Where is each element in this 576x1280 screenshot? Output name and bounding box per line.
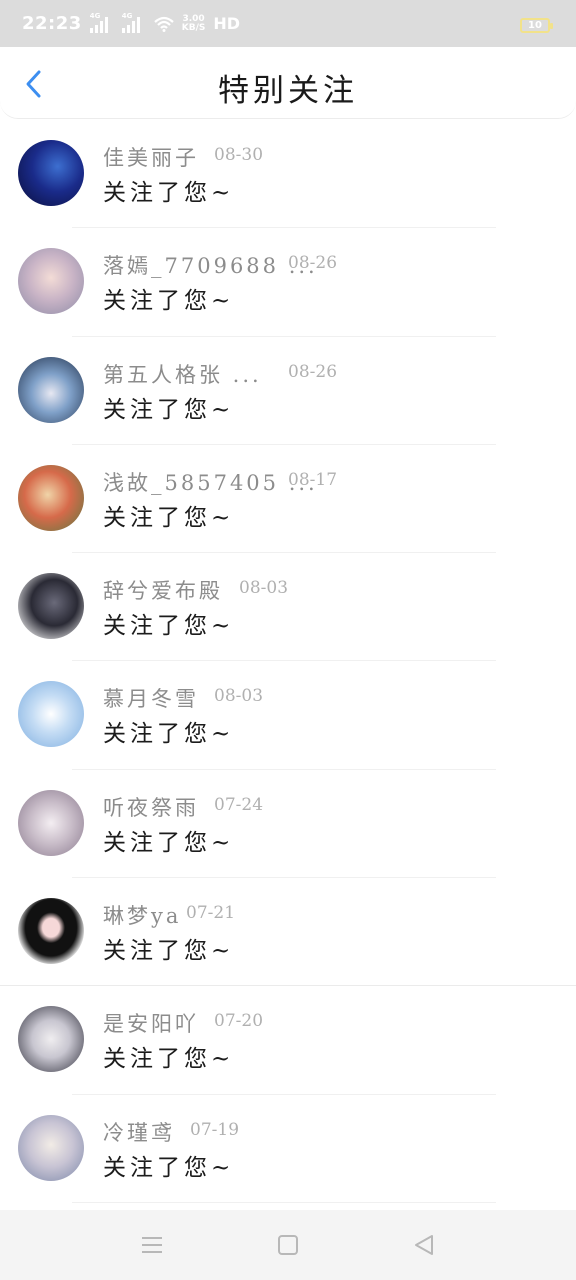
follow-date: 08-03 — [239, 578, 289, 599]
status-time: 22:23 — [22, 13, 82, 34]
battery-level: 10 — [528, 20, 542, 31]
page-title: 特别关注 — [218, 73, 358, 109]
signal-tag: 4G — [89, 11, 101, 20]
follow-date: 08-26 — [288, 361, 338, 382]
follow-date: 07-19 — [190, 1119, 240, 1140]
follow-date: 07-20 — [214, 1011, 264, 1032]
follow-date: 08-17 — [288, 469, 338, 490]
list-item[interactable]: 第五人格张 ... 08-26 关注了您~ — [0, 337, 576, 445]
status-bar: 22:23 4G 4G 3.00 KB/S HD 10 — [0, 0, 576, 47]
list-item[interactable]: 是安阳吖 07-20 关注了您~ — [0, 986, 576, 1095]
avatar[interactable] — [18, 1114, 84, 1181]
back-triangle-icon[interactable] — [411, 1232, 437, 1258]
list-item[interactable]: 慕月冬雪 08-03 关注了您~ — [0, 661, 576, 770]
follow-message: 关注了您~ — [103, 829, 235, 856]
user-name[interactable]: 冷瑾鸢 — [103, 1117, 175, 1147]
follow-list: 佳美丽子 08-30 关注了您~ 落嫣_7709688 ... 08-26 关注… — [0, 120, 576, 1203]
follow-message: 关注了您~ — [103, 613, 235, 640]
signal-tag: 4G — [121, 11, 133, 20]
list-item[interactable]: 浅故_5857405 ... 08-17 关注了您~ — [0, 445, 576, 554]
avatar[interactable] — [18, 1006, 84, 1073]
wifi-icon — [154, 16, 174, 32]
avatar[interactable] — [18, 464, 84, 531]
user-name[interactable]: 佳美丽子 — [103, 142, 199, 172]
follow-message: 关注了您~ — [103, 721, 235, 748]
user-name[interactable]: 浅故_5857405 ... — [103, 467, 318, 497]
signal-icon: 4G — [121, 11, 140, 33]
signal-icon: 4G — [89, 11, 108, 33]
follow-message: 关注了您~ — [103, 1046, 235, 1073]
avatar[interactable] — [18, 248, 84, 315]
list-item[interactable]: 落嫣_7709688 ... 08-26 关注了您~ — [0, 228, 576, 337]
menu-icon[interactable] — [139, 1232, 165, 1258]
follow-date: 08-30 — [214, 145, 264, 165]
divider — [72, 1201, 496, 1203]
follow-message: 关注了您~ — [103, 1154, 235, 1181]
battery-icon: 10 — [520, 18, 553, 33]
user-name[interactable]: 是安阳吖 — [103, 1008, 199, 1038]
home-square-icon[interactable] — [275, 1232, 301, 1258]
avatar[interactable] — [18, 789, 84, 856]
avatar[interactable] — [18, 573, 84, 640]
avatar[interactable] — [18, 356, 84, 423]
app-header: 特别关注 — [0, 47, 576, 119]
follow-message: 关注了您~ — [103, 180, 235, 206]
user-name[interactable]: 慕月冬雪 — [103, 683, 199, 713]
list-item[interactable]: 听夜祭雨 07-24 关注了您~ — [0, 770, 576, 879]
user-name[interactable]: 琳梦ya — [103, 900, 181, 930]
speed-unit: KB/S — [181, 22, 206, 33]
follow-message: 关注了您~ — [103, 504, 235, 531]
user-name[interactable]: 辞兮爱布殿 — [103, 575, 223, 605]
follow-date: 07-21 — [186, 903, 236, 924]
follow-message: 关注了您~ — [103, 288, 235, 315]
follow-message: 关注了您~ — [103, 938, 235, 965]
avatar[interactable] — [18, 898, 84, 965]
network-speed: 3.00 KB/S — [181, 14, 206, 33]
list-item[interactable]: 辞兮爱布殿 08-03 关注了您~ — [0, 553, 576, 662]
list-item[interactable]: 冷瑾鸢 07-19 关注了您~ — [0, 1095, 576, 1203]
user-name[interactable]: 落嫣_7709688 ... — [103, 250, 318, 280]
system-nav-bar — [0, 1210, 576, 1280]
follow-date: 08-03 — [214, 686, 264, 707]
list-item[interactable]: 琳梦ya 07-21 关注了您~ — [0, 878, 576, 987]
follow-date: 07-24 — [214, 794, 264, 815]
follow-date: 08-26 — [288, 253, 338, 274]
user-name[interactable]: 第五人格张 ... — [103, 359, 262, 389]
avatar[interactable] — [18, 681, 84, 748]
hd-icon: HD — [213, 14, 241, 33]
list-item[interactable]: 佳美丽子 08-30 关注了您~ — [0, 120, 576, 229]
user-name[interactable]: 听夜祭雨 — [103, 792, 199, 822]
follow-message: 关注了您~ — [103, 396, 235, 423]
avatar[interactable] — [18, 140, 84, 206]
